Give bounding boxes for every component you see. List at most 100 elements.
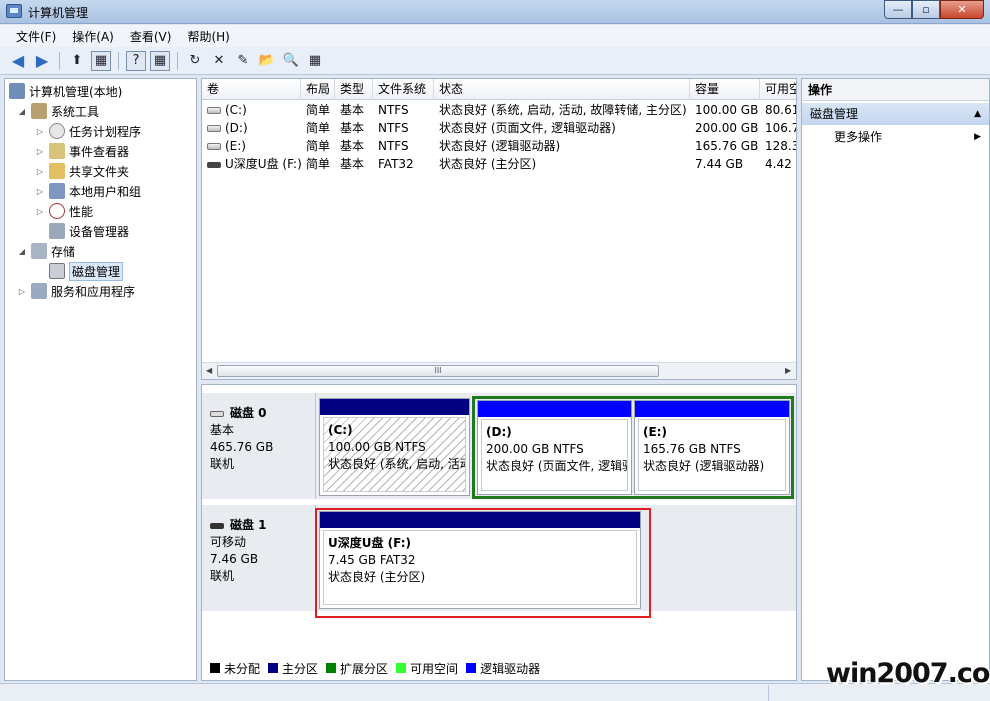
menu-help[interactable]: 帮助(H): [179, 28, 237, 45]
properties-icon[interactable]: ✎: [233, 51, 253, 71]
maximize-button[interactable]: ▫: [912, 0, 940, 19]
column-header-free-space[interactable]: 可用空: [760, 79, 796, 100]
tree-item-event-viewer[interactable]: ▷ 事件查看器: [35, 141, 129, 161]
legend-swatch-extended: [326, 663, 337, 673]
tree-item-performance[interactable]: ▷ 性能: [35, 201, 93, 221]
clock-icon: [49, 123, 65, 139]
close-button[interactable]: ✕: [940, 0, 984, 19]
watermark-text: win2007.com: [826, 658, 990, 689]
expand-arrow-icon[interactable]: ▷: [35, 127, 45, 136]
legend-swatch-logical: [466, 663, 477, 673]
more-actions-item[interactable]: 更多操作 ▶: [802, 127, 989, 147]
horizontal-scrollbar[interactable]: ◀ III ▶: [202, 362, 796, 379]
tree-item-local-users[interactable]: ▷ 本地用户和组: [35, 181, 141, 201]
tree-item-root[interactable]: 计算机管理(本地): [9, 81, 122, 101]
show-action-pane-icon[interactable]: ▦: [150, 50, 170, 71]
partition-c[interactable]: (C:) 100.00 GB NTFS 状态良好 (系统, 启动, 活动: [319, 398, 470, 496]
type-cell: 基本: [340, 139, 365, 153]
disk-state: 联机: [210, 569, 235, 583]
tree-item-disk-management[interactable]: 磁盘管理: [49, 261, 124, 281]
legend-label: 可用空间: [410, 661, 459, 676]
export-list-icon[interactable]: ▦: [305, 51, 325, 71]
tree-item-storage[interactable]: ◢ 存储: [17, 241, 75, 261]
scroll-right-icon[interactable]: ▶: [785, 366, 791, 375]
partition-status: 状态良好 (页面文件, 逻辑驱: [486, 459, 628, 473]
partition-e[interactable]: (E:) 165.76 GB NTFS 状态良好 (逻辑驱动器): [634, 400, 790, 495]
actions-section-disk-management[interactable]: 磁盘管理 ▲: [802, 103, 989, 125]
partition-size: 100.00 GB NTFS: [328, 440, 426, 454]
partition-d[interactable]: (D:) 200.00 GB NTFS 状态良好 (页面文件, 逻辑驱: [477, 400, 632, 495]
volume-list: 卷 布局 类型 文件系统 状态 容量 可用空 (C:) 简单 基本 NTFS 状…: [201, 78, 797, 380]
refresh-icon[interactable]: ↻: [185, 51, 205, 71]
toolbar-separator: [59, 51, 60, 70]
disk-management-icon: [49, 263, 65, 279]
column-header-status[interactable]: 状态: [434, 79, 690, 100]
usb-drive-icon: [207, 161, 221, 168]
disk-label[interactable]: 磁盘 1 可移动 7.46 GB 联机: [202, 505, 316, 611]
collapse-up-icon[interactable]: ▲: [974, 103, 981, 125]
filesystem-cell: NTFS: [378, 103, 409, 117]
table-row[interactable]: (C:) 简单 基本 NTFS 状态良好 (系统, 启动, 活动, 故障转储, …: [202, 101, 796, 119]
delete-icon[interactable]: ✕: [209, 51, 229, 71]
up-level-icon[interactable]: ⬆: [67, 51, 87, 71]
partition-size: 165.76 GB NTFS: [643, 442, 741, 456]
type-cell: 基本: [340, 121, 365, 135]
show-tree-icon[interactable]: ▦: [91, 50, 111, 71]
partition-body: (E:) 165.76 GB NTFS 状态良好 (逻辑驱动器): [638, 419, 786, 491]
tree-item-label: 系统工具: [51, 104, 100, 119]
storage-icon: [31, 243, 47, 259]
tree-item-services-apps[interactable]: ▷ 服务和应用程序: [17, 281, 135, 301]
performance-icon: [49, 203, 65, 219]
primary-partition-bar: [320, 399, 469, 415]
expand-arrow-icon[interactable]: ▷: [35, 187, 45, 196]
capacity-cell: 200.00 GB: [695, 121, 759, 135]
actions-section-label: 磁盘管理: [810, 107, 859, 121]
help-icon[interactable]: ?: [126, 50, 146, 71]
menu-view[interactable]: 查看(V): [122, 28, 180, 45]
tree-item-label: 任务计划程序: [69, 124, 142, 139]
forward-icon[interactable]: ▶: [32, 51, 52, 71]
shared-folder-icon: [49, 163, 65, 179]
tree-item-system-tools[interactable]: ◢ 系统工具: [17, 101, 99, 121]
partition-status: 状态良好 (系统, 启动, 活动: [328, 457, 466, 471]
scrollbar-thumb[interactable]: III: [217, 365, 659, 377]
table-row[interactable]: U深度U盘 (F:) 简单 基本 FAT32 状态良好 (主分区) 7.44 G…: [202, 155, 796, 173]
column-header-filesystem[interactable]: 文件系统: [373, 79, 434, 100]
expand-arrow-icon[interactable]: ▷: [35, 167, 45, 176]
type-cell: 基本: [340, 157, 365, 171]
more-actions-label: 更多操作: [834, 130, 883, 144]
open-folder-icon[interactable]: 📂: [257, 51, 277, 71]
volume-cell: (D:): [202, 119, 301, 137]
hard-drive-icon: [207, 107, 221, 114]
capacity-cell: 165.76 GB: [695, 139, 759, 153]
column-header-layout[interactable]: 布局: [301, 79, 335, 100]
tree-item-shared-folders[interactable]: ▷ 共享文件夹: [35, 161, 129, 181]
tree-item-label: 本地用户和组: [69, 184, 142, 199]
collapse-arrow-icon[interactable]: ◢: [17, 247, 27, 256]
disk-label[interactable]: 磁盘 0 基本 465.76 GB 联机: [202, 393, 316, 499]
column-header-capacity[interactable]: 容量: [690, 79, 760, 100]
expand-arrow-icon[interactable]: ▷: [35, 147, 45, 156]
expand-arrow-icon[interactable]: ▷: [35, 207, 45, 216]
scroll-left-icon[interactable]: ◀: [206, 366, 212, 375]
find-icon[interactable]: 🔍: [281, 51, 301, 71]
table-row[interactable]: (D:) 简单 基本 NTFS 状态良好 (页面文件, 逻辑驱动器) 200.0…: [202, 119, 796, 137]
free-space-cell: 128.3: [765, 139, 797, 153]
table-row[interactable]: (E:) 简单 基本 NTFS 状态良好 (逻辑驱动器) 165.76 GB 1…: [202, 137, 796, 155]
minimize-button[interactable]: —: [884, 0, 912, 19]
free-space-cell: 106.7: [765, 121, 797, 135]
filesystem-cell: NTFS: [378, 139, 409, 153]
collapse-arrow-icon[interactable]: ◢: [17, 107, 27, 116]
tree-item-device-manager[interactable]: 设备管理器: [49, 221, 129, 241]
expand-arrow-icon[interactable]: ▷: [17, 287, 27, 296]
partition-name: (D:): [486, 425, 512, 439]
column-header-volume[interactable]: 卷: [202, 79, 301, 100]
column-header-type[interactable]: 类型: [335, 79, 373, 100]
disk-state: 联机: [210, 457, 235, 471]
volume-cell: U深度U盘 (F:): [202, 155, 301, 173]
capacity-cell: 7.44 GB: [695, 157, 744, 171]
menu-file[interactable]: 文件(F): [8, 28, 64, 45]
back-icon[interactable]: ◀: [8, 51, 28, 71]
menu-action[interactable]: 操作(A): [64, 28, 122, 45]
tree-item-task-scheduler[interactable]: ▷ 任务计划程序: [35, 121, 141, 141]
